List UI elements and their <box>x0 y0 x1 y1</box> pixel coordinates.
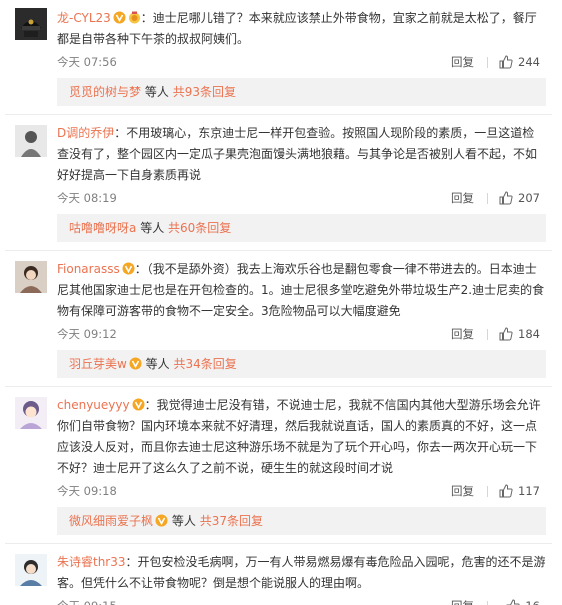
like-button[interactable]: 244 <box>499 50 540 74</box>
v-badge-icon <box>122 261 135 275</box>
reply-button[interactable]: 回复 <box>451 322 474 346</box>
comment-item: 朱诗睿thr33：开包安检没毛病啊，万一有人带易燃易爆有毒危险品入园呢，危害的还… <box>5 544 552 605</box>
comment-meta: 今天 09:18 回复 117 <box>57 479 546 503</box>
comment-meta: 今天 07:56 回复 244 <box>57 50 546 74</box>
divider <box>487 486 488 497</box>
like-count: 117 <box>518 484 540 498</box>
avatar[interactable] <box>15 8 47 40</box>
comment-time: 今天 07:56 <box>57 55 117 69</box>
like-button[interactable]: 184 <box>499 322 540 346</box>
like-count: 244 <box>518 55 540 69</box>
avatar[interactable] <box>15 261 47 293</box>
sub-reply-mid: 等人 <box>144 85 169 99</box>
reply-button[interactable]: 回复 <box>451 479 474 503</box>
comment-username[interactable]: Fionarasss <box>57 262 120 276</box>
comment-item: 龙-CYL23 ：迪士尼哪儿错了？本来就应该禁止外带食物，宜家之前就是太松了，餐厅… <box>5 6 552 106</box>
reply-button[interactable]: 回复 <box>451 594 474 605</box>
comment-username[interactable]: D调的乔伊 <box>57 126 114 140</box>
v-badge-icon <box>132 397 145 411</box>
comment-text: Fionarasss ：（我不是舔外资）我去上海欢乐谷也是翻包零食一律不带进去的。… <box>57 259 546 322</box>
comment-meta: 今天 09:15 回复 16 <box>57 594 546 605</box>
sub-reply-count[interactable]: 共60条回复 <box>168 221 231 235</box>
comment-text: D调的乔伊：不用玻璃心，东京迪士尼一样开包查验。按照国人现阶段的素质，一旦这道检… <box>57 123 546 186</box>
sub-replies-bar[interactable]: 咕噜噜呀呀a 等人 共60条回复 <box>57 214 546 242</box>
sub-reply-count[interactable]: 共37条回复 <box>200 514 263 528</box>
comment-item: Fionarasss ：（我不是舔外资）我去上海欢乐谷也是翻包零食一律不带进去的。… <box>5 251 552 378</box>
comment-list: 龙-CYL23 ：迪士尼哪儿错了？本来就应该禁止外带食物，宜家之前就是太松了，餐厅… <box>5 6 552 605</box>
sub-reply-user[interactable]: 咕噜噜呀呀a <box>69 221 136 235</box>
comment-time: 今天 08:19 <box>57 191 117 205</box>
medal-badge-icon <box>128 10 141 24</box>
sub-reply-user[interactable]: 微风细雨爱子枫 <box>69 514 153 528</box>
divider <box>487 57 488 68</box>
comment-text: 龙-CYL23 ：迪士尼哪儿错了？本来就应该禁止外带食物，宜家之前就是太松了，餐厅… <box>57 8 546 50</box>
avatar[interactable] <box>15 554 47 586</box>
sub-replies-bar[interactable]: 微风细雨爱子枫 等人 共37条回复 <box>57 507 546 535</box>
comment-time: 今天 09:15 <box>57 594 117 605</box>
reply-button[interactable]: 回复 <box>451 50 474 74</box>
divider <box>487 193 488 204</box>
avatar[interactable] <box>15 397 47 429</box>
sub-reply-mid: 等人 <box>171 514 196 528</box>
thumbs-up-icon <box>499 327 513 341</box>
comment-content: ：不用玻璃心，东京迪士尼一样开包查验。按照国人现阶段的素质，一旦这道检查没有了，… <box>57 126 538 182</box>
thumbs-up-icon <box>499 484 513 498</box>
comment-meta: 今天 08:19 回复 207 <box>57 186 546 210</box>
v-badge-icon <box>129 352 142 370</box>
sub-reply-user[interactable]: 觅觅的树与梦 <box>69 85 141 99</box>
sub-reply-mid: 等人 <box>140 221 165 235</box>
thumbs-up-icon <box>499 55 513 69</box>
like-button[interactable]: 207 <box>499 186 540 210</box>
v-badge-icon <box>155 509 168 527</box>
like-count: 207 <box>518 191 540 205</box>
divider <box>487 329 488 340</box>
thumbs-up-icon <box>499 191 513 205</box>
thumbs-up-icon <box>506 599 520 605</box>
comment-item: D调的乔伊：不用玻璃心，东京迪士尼一样开包查验。按照国人现阶段的素质，一旦这道检… <box>5 115 552 242</box>
sub-reply-count[interactable]: 共34条回复 <box>174 357 237 371</box>
comment-username[interactable]: chenyueyyy <box>57 398 130 412</box>
sub-reply-count[interactable]: 共93条回复 <box>173 85 236 99</box>
avatar[interactable] <box>15 125 47 157</box>
comment-time: 今天 09:12 <box>57 327 117 341</box>
sub-reply-mid: 等人 <box>145 357 170 371</box>
like-button[interactable]: 16 <box>506 594 540 605</box>
sub-reply-user[interactable]: 羽丘芽美w <box>69 357 127 371</box>
comment-username[interactable]: 龙-CYL23 <box>57 11 111 25</box>
comment-time: 今天 09:18 <box>57 484 117 498</box>
comment-content: ：开包安检没毛病啊，万一有人带易燃易爆有毒危险品入园呢，危害的还不是游客。但凭什… <box>57 555 546 590</box>
comment-text: 朱诗睿thr33：开包安检没毛病啊，万一有人带易燃易爆有毒危险品入园呢，危害的还… <box>57 552 546 594</box>
like-count: 16 <box>525 594 540 605</box>
comment-meta: 今天 09:12 回复 184 <box>57 322 546 346</box>
sub-replies-bar[interactable]: 羽丘芽美w 等人 共34条回复 <box>57 350 546 378</box>
comment-text: chenyueyyy ：我觉得迪士尼没有错，不说迪士尼，我就不信国内其他大型游乐场… <box>57 395 546 479</box>
like-count: 184 <box>518 327 540 341</box>
divider <box>487 601 488 605</box>
comment-item: chenyueyyy ：我觉得迪士尼没有错，不说迪士尼，我就不信国内其他大型游乐场… <box>5 387 552 535</box>
v-badge-icon <box>113 10 126 24</box>
sub-replies-bar[interactable]: 觅觅的树与梦 等人 共93条回复 <box>57 78 546 106</box>
comment-username[interactable]: 朱诗睿thr33 <box>57 555 126 569</box>
reply-button[interactable]: 回复 <box>451 186 474 210</box>
like-button[interactable]: 117 <box>499 479 540 503</box>
